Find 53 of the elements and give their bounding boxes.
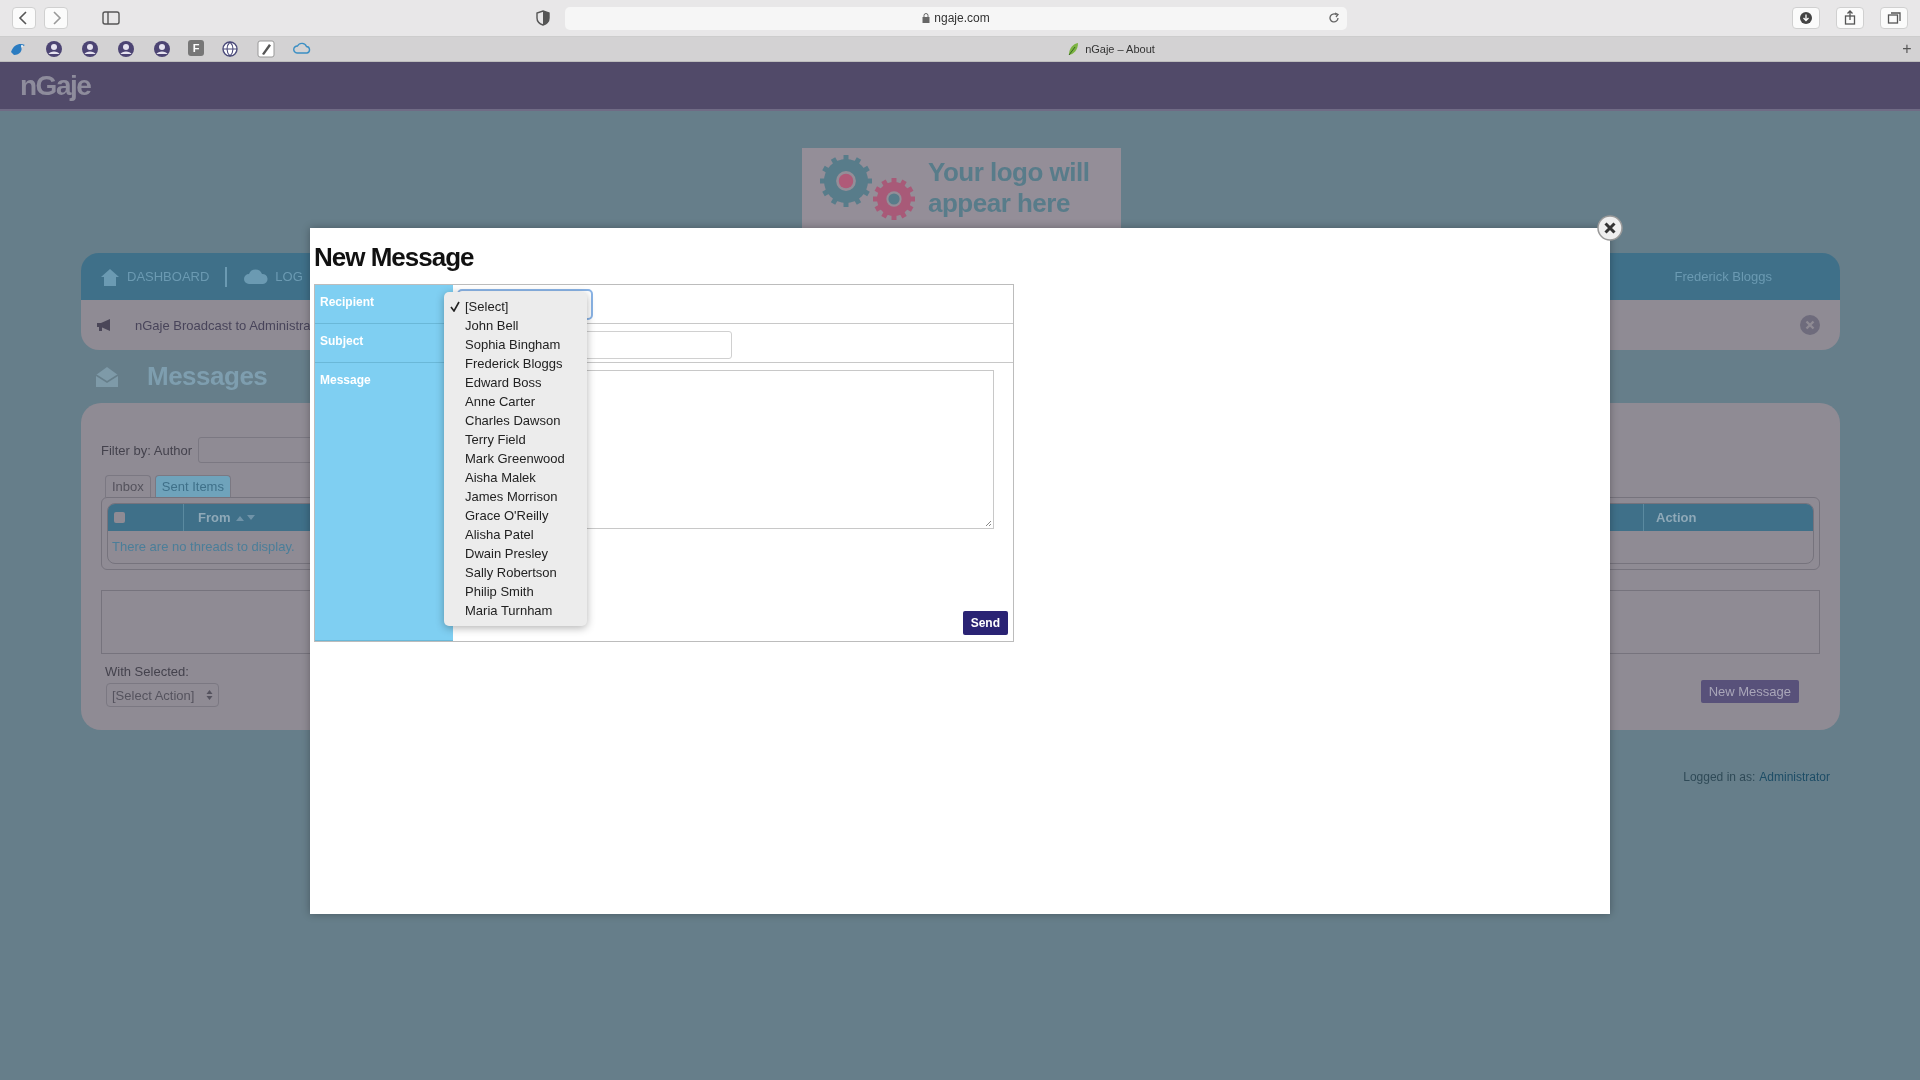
- cloud-icon: [243, 267, 270, 286]
- avatar-icon[interactable]: [152, 40, 172, 58]
- dialog-title: New Message: [313, 241, 475, 274]
- dropdown-option[interactable]: Edward Boss: [465, 375, 542, 390]
- home-icon: [99, 266, 121, 287]
- column-header: Action: [1656, 510, 1697, 525]
- reload-icon[interactable]: [1327, 11, 1341, 25]
- lock-icon: [922, 13, 931, 23]
- dropdown-option[interactable]: John Bell: [465, 318, 519, 333]
- broadcast-text: nGaje Broadcast to Administra: [135, 317, 311, 333]
- leaf-icon: [1067, 42, 1080, 56]
- logo-placeholder-text: Your logo will appear here: [928, 157, 1091, 219]
- select-all-checkbox[interactable]: [114, 512, 125, 523]
- dropdown-option[interactable]: Mark Greenwood: [465, 451, 565, 466]
- dropdown-option[interactable]: [Select]: [465, 299, 509, 314]
- dropdown-option[interactable]: Terry Field: [465, 432, 526, 447]
- tabs-icon[interactable]: [1880, 7, 1908, 29]
- field-label: Message: [315, 363, 453, 641]
- dropdown-option[interactable]: Aisha Malek: [465, 470, 536, 485]
- filter-label: Filter by: Author: [101, 442, 193, 458]
- dropdown-option[interactable]: Sally Robertson: [465, 565, 557, 580]
- dropdown-option[interactable]: Charles Dawson: [465, 413, 561, 428]
- dropdown-option[interactable]: Frederick Bloggs: [465, 356, 563, 371]
- send-button[interactable]: Send: [962, 611, 1008, 635]
- dropdown-option[interactable]: Sophia Bingham: [465, 337, 561, 352]
- with-selected-label: With Selected:: [104, 664, 190, 679]
- tab-title[interactable]: nGaje – About: [1085, 43, 1155, 55]
- dropdown-option[interactable]: Philip Smith: [465, 584, 534, 599]
- envelope-icon: [95, 365, 119, 388]
- pen-icon[interactable]: [256, 40, 276, 58]
- forward-icon[interactable]: [44, 7, 68, 29]
- updown-icon: [206, 689, 213, 701]
- dropdown-option[interactable]: James Morrison: [465, 489, 558, 504]
- new-tab-button[interactable]: +: [1894, 40, 1920, 58]
- download-icon[interactable]: [1792, 7, 1820, 29]
- dropdown-option[interactable]: Grace O'Reilly: [465, 508, 549, 523]
- field-label: Recipient: [315, 285, 453, 324]
- avatar-icon[interactable]: [44, 40, 64, 58]
- share-icon[interactable]: [1836, 7, 1864, 29]
- bookmark-icon[interactable]: F: [188, 40, 204, 56]
- address-bar-url[interactable]: ngaje.com: [934, 11, 990, 25]
- dropdown-option[interactable]: Maria Turnham: [465, 603, 553, 618]
- dropdown-option[interactable]: Anne Carter: [465, 394, 536, 409]
- dropdown-option[interactable]: Alisha Patel: [465, 527, 534, 542]
- avatar-icon[interactable]: [116, 40, 136, 58]
- megaphone-icon: [95, 318, 113, 332]
- empty-message: There are no threads to display.: [112, 539, 295, 554]
- resize-grip-icon[interactable]: [985, 520, 992, 527]
- dropdown-option[interactable]: Dwain Presley: [465, 546, 549, 561]
- back-icon[interactable]: [12, 7, 36, 29]
- avatar-icon[interactable]: [80, 40, 100, 58]
- globe-icon[interactable]: [220, 40, 240, 58]
- close-icon[interactable]: [1597, 215, 1623, 241]
